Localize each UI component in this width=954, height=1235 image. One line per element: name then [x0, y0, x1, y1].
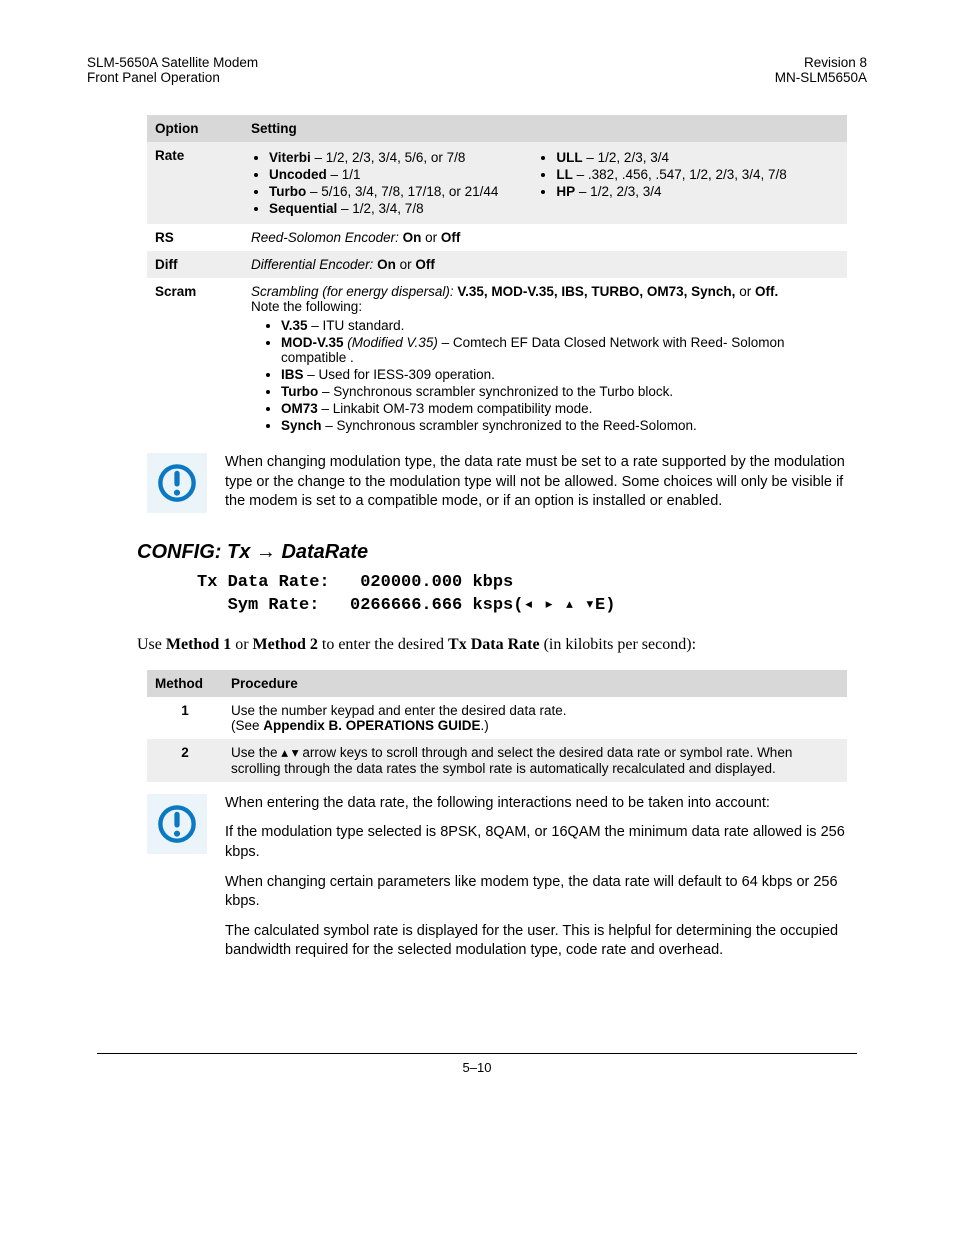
- diff-setting: Differential Encoder: On or Off: [243, 251, 847, 278]
- rs-label: RS: [147, 224, 243, 251]
- rate-col2: ULL – 1/2, 2/3, 3/4 LL – .382, .456, .54…: [538, 148, 786, 218]
- header-left: SLM-5650A Satellite Modem Front Panel Op…: [87, 55, 258, 85]
- method-row-2: 2 Use the ▴ ▾ arrow keys to scroll throu…: [147, 739, 847, 782]
- page-header: SLM-5650A Satellite Modem Front Panel Op…: [87, 55, 867, 85]
- section-heading: CONFIG: Tx → DataRate: [137, 541, 867, 564]
- lcd-display: Tx Data Rate: 020000.000 kbps Sym Rate: …: [197, 572, 867, 618]
- scram-setting: Scrambling (for energy dispersal): V.35,…: [243, 278, 847, 441]
- footer-rule: [97, 1053, 857, 1054]
- updown-arrows-icon: ▴ ▾: [281, 745, 298, 760]
- method-2-proc: Use the ▴ ▾ arrow keys to scroll through…: [223, 739, 847, 782]
- rate-label: Rate: [147, 142, 243, 224]
- method-2-num: 2: [147, 739, 223, 782]
- method-1-proc: Use the number keypad and enter the desi…: [223, 697, 847, 739]
- page-number: 5–10: [0, 1060, 954, 1075]
- th-setting: Setting: [243, 115, 847, 142]
- method-row-1: 1 Use the number keypad and enter the de…: [147, 697, 847, 739]
- rs-setting: Reed-Solomon Encoder: On or Off: [243, 224, 847, 251]
- caution-text-2: When entering the data rate, the followi…: [225, 794, 847, 971]
- arrow-right-icon: →: [256, 541, 276, 563]
- diff-label: Diff: [147, 251, 243, 278]
- row-scram: Scram Scrambling (for energy dispersal):…: [147, 278, 847, 441]
- th-procedure: Procedure: [223, 670, 847, 697]
- nav-arrows-icon: ◂ ▸ ▴ ▾: [523, 596, 595, 615]
- row-diff: Diff Differential Encoder: On or Off: [147, 251, 847, 278]
- scram-label: Scram: [147, 278, 243, 441]
- rate-col1: Viterbi – 1/2, 2/3, 3/4, 5/6, or 7/8 Unc…: [251, 148, 498, 218]
- body-paragraph: Use Method 1 or Method 2 to enter the de…: [137, 636, 867, 654]
- method-1-num: 1: [147, 697, 223, 739]
- option-setting-table: Option Setting Rate Viterbi – 1/2, 2/3, …: [147, 115, 847, 441]
- rate-setting: Viterbi – 1/2, 2/3, 3/4, 5/6, or 7/8 Unc…: [243, 142, 847, 224]
- row-rs: RS Reed-Solomon Encoder: On or Off: [147, 224, 847, 251]
- row-rate: Rate Viterbi – 1/2, 2/3, 3/4, 5/6, or 7/…: [147, 142, 847, 224]
- caution-note-1: When changing modulation type, the data …: [147, 453, 847, 513]
- th-method: Method: [147, 670, 223, 697]
- caution-note-2: When entering the data rate, the followi…: [147, 794, 847, 971]
- caution-text-1: When changing modulation type, the data …: [225, 453, 847, 512]
- method-table: Method Procedure 1 Use the number keypad…: [147, 670, 847, 782]
- header-right: Revision 8 MN-SLM5650A: [775, 55, 867, 85]
- caution-icon: [147, 794, 207, 854]
- caution-icon: [147, 453, 207, 513]
- th-option: Option: [147, 115, 243, 142]
